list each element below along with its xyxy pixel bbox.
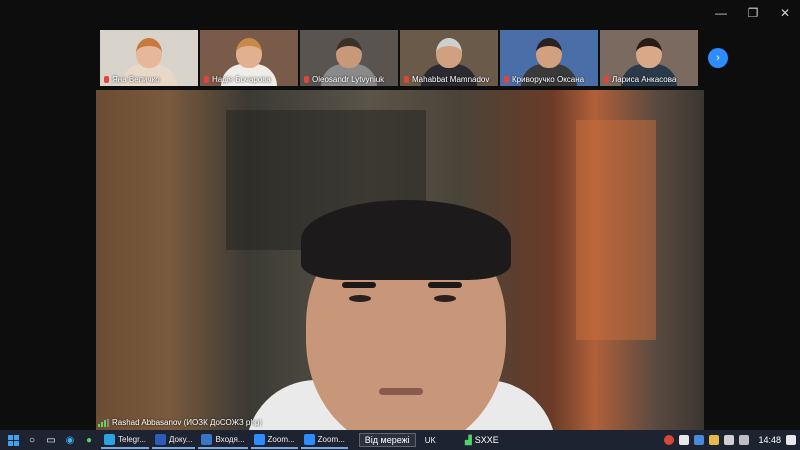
participant-name: Oleosandr Lytvyniuk: [312, 75, 385, 84]
taskbar-app-label: Zoom...: [317, 434, 345, 444]
taskbar-app[interactable]: Zoom...: [250, 431, 298, 449]
participant-head: [136, 38, 162, 68]
taskbar-app-label: Входя...: [215, 434, 245, 444]
chevron-right-icon: ›: [716, 52, 720, 64]
mic-muted-icon: [404, 76, 409, 83]
speaker-hair: [301, 200, 511, 280]
chrome-icon[interactable]: [664, 435, 675, 445]
folder-icon[interactable]: [709, 435, 720, 445]
speaker-brow-right: [428, 282, 462, 288]
system-tray: 14:48: [664, 430, 796, 450]
volume-icon[interactable]: [739, 435, 750, 445]
speaker-eye-right: [434, 295, 456, 302]
shield-icon[interactable]: [694, 435, 705, 445]
start-button[interactable]: [6, 433, 20, 447]
stock-label: SXXE: [474, 435, 499, 445]
next-page-button[interactable]: ›: [708, 48, 728, 68]
participant-tile[interactable]: Oleosandr Lytvyniuk: [300, 30, 398, 86]
participant-head: [336, 38, 362, 68]
participant-head: [536, 38, 562, 68]
stock-widget[interactable]: ▟ SXXE: [465, 435, 499, 446]
active-speaker-video[interactable]: [96, 90, 704, 430]
participant-name: Mahabbat Mamnadov: [412, 75, 490, 84]
whatsapp-icon[interactable]: ●: [82, 433, 96, 447]
taskbar-app[interactable]: Telegr...: [101, 431, 150, 449]
task-view-icon[interactable]: ▭: [44, 433, 58, 447]
speaker-brow-left: [342, 282, 376, 288]
minimize-button[interactable]: —: [714, 6, 728, 20]
participant-name: Лариса Анкасова: [612, 75, 677, 84]
edge-icon[interactable]: ◉: [63, 433, 77, 447]
participant-label: Лариса Анкасова: [604, 75, 676, 84]
close-button[interactable]: ✕: [778, 6, 792, 20]
participant-head: [636, 38, 662, 68]
taskbar-app-label: Telegr...: [118, 434, 147, 444]
active-speaker-name: Rashad Abbasanov (ИОЗК ДоСОЖЗ рhр): [112, 418, 262, 427]
app-icon: [155, 433, 167, 445]
participant-label: Mahabbat Mamnadov: [404, 75, 489, 84]
app-icon: [303, 433, 315, 445]
participant-label: Надія Бочарова: [204, 75, 271, 84]
participant-strip: Яна Величко Надія Бочарова Oleosandr Lytvy…: [100, 30, 698, 86]
active-speaker-label: Rashad Abbasanov (ИОЗК ДоСОЖЗ рhр): [98, 418, 262, 427]
speaker-eye-left: [349, 295, 371, 302]
participant-label: Oleosandr Lytvyniuk: [304, 75, 384, 84]
windows-taskbar: ○ ▭ ◉ ● Telegr... Доку... Входя... Zoom... Z…: [0, 430, 800, 450]
participant-tile[interactable]: Яна Величко: [100, 30, 198, 86]
participant-head: [236, 38, 262, 68]
chart-icon: ▟: [464, 434, 472, 445]
battery-icon[interactable]: [724, 435, 735, 445]
participant-name: Надія Бочарова: [212, 75, 271, 84]
mic-muted-icon: [504, 76, 509, 83]
taskbar-app[interactable]: Входя...: [198, 431, 248, 449]
participant-tile[interactable]: Надія Бочарова: [200, 30, 298, 86]
app-icon: [201, 433, 213, 445]
mic-muted-icon: [304, 76, 309, 83]
app-icon: [104, 433, 115, 445]
gmail-icon[interactable]: [679, 435, 690, 445]
maximize-button[interactable]: ❐: [746, 6, 760, 20]
participant-tile[interactable]: Mahabbat Mamnadov: [400, 30, 498, 86]
participant-label: Криворучко Оксана: [504, 75, 584, 84]
speaker-mouth: [379, 388, 423, 395]
participant-label: Яна Величко: [104, 75, 160, 84]
language-indicator[interactable]: UK: [425, 436, 436, 445]
participant-tile[interactable]: Лариса Анкасова: [600, 30, 698, 86]
taskbar-app[interactable]: Доку...: [152, 431, 196, 449]
mic-muted-icon: [104, 76, 109, 83]
mic-muted-icon: [204, 76, 209, 83]
taskbar-app[interactable]: Zoom...: [300, 431, 348, 449]
participant-tile[interactable]: Криворучко Оксана: [500, 30, 598, 86]
taskbar-app-label: Zoom...: [267, 434, 295, 444]
taskbar-app-label: Доку...: [169, 434, 193, 444]
participant-name: Яна Величко: [112, 75, 160, 84]
participant-head: [436, 38, 462, 68]
participant-name: Криворучко Оксана: [512, 75, 585, 84]
app-icon: [253, 433, 265, 445]
search-icon[interactable]: ○: [25, 433, 39, 447]
mic-muted-icon: [604, 76, 609, 83]
offline-indicator[interactable]: Від мережі: [358, 433, 416, 447]
taskbar-clock[interactable]: 14:48: [758, 435, 781, 445]
background-object: [576, 120, 656, 340]
windows-logo-icon: [7, 434, 19, 446]
audio-level-icon: [98, 418, 109, 427]
window-controls: — ❐ ✕: [714, 6, 792, 20]
zoom-window: — ❐ ✕ Яна Величко Надія Бочарова Oleosandr…: [0, 0, 800, 430]
notifications-icon[interactable]: [786, 435, 796, 445]
